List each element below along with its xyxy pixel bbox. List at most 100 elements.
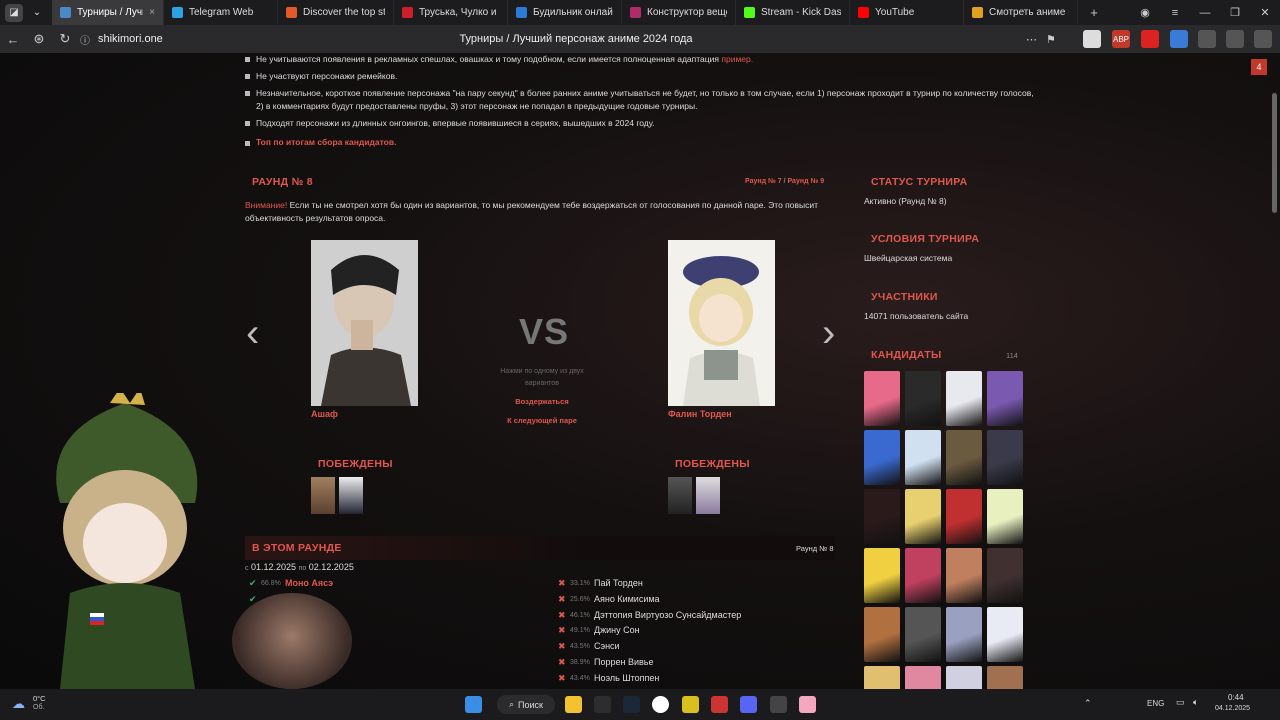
abstain-button[interactable]: Воздержаться	[494, 397, 590, 406]
more-icon[interactable]: ⋯	[1026, 33, 1037, 46]
result-name[interactable]: Моно Аясэ	[285, 576, 333, 592]
obs-icon[interactable]	[770, 696, 787, 713]
result-name[interactable]: Дэттопия Виртуозо Сунсайдмастер	[594, 608, 741, 624]
defeated-avatar[interactable]	[339, 477, 363, 514]
next-pair-arrow-icon[interactable]: ›	[822, 313, 835, 353]
weather-icon[interactable]: ☁	[12, 696, 25, 712]
right-candidate-image[interactable]	[668, 240, 775, 406]
candidate-avatar[interactable]	[905, 666, 941, 689]
candidate-avatar[interactable]	[987, 666, 1023, 689]
candidate-avatar[interactable]	[864, 666, 900, 689]
maximize-button[interactable]: ❐	[1220, 6, 1250, 19]
info-icon[interactable]: ⓘ	[78, 32, 92, 47]
candidate-avatar[interactable]	[905, 489, 941, 544]
minimize-button[interactable]: —	[1190, 7, 1220, 19]
extension-icon[interactable]	[1141, 30, 1159, 48]
clock-date[interactable]: 04.12.2025	[1215, 705, 1250, 712]
rule-example-link[interactable]: пример.	[721, 54, 753, 64]
app-icon[interactable]	[799, 696, 816, 713]
search-box[interactable]: ⌕ Поиск	[497, 695, 555, 714]
adblock-extension-icon[interactable]: ABP	[1112, 30, 1130, 48]
top-candidates-link[interactable]: Топ по итогам сбора кандидатов.	[256, 137, 396, 147]
browser-tab[interactable]: Будильник онлайн -	[508, 0, 622, 25]
new-tab-button[interactable]: +	[1084, 3, 1104, 23]
candidate-avatar[interactable]	[987, 371, 1023, 426]
back-icon[interactable]: ←	[0, 32, 26, 47]
extension-icon[interactable]	[1170, 30, 1188, 48]
candidate-avatar[interactable]	[946, 430, 982, 485]
network-icon[interactable]: ▭	[1176, 697, 1185, 708]
candidate-avatar[interactable]	[905, 607, 941, 662]
next-round-link[interactable]: Раунд № 9	[787, 178, 824, 185]
browser-menu-icon[interactable]: ≡	[1160, 7, 1190, 19]
candidate-avatar[interactable]	[864, 371, 900, 426]
app-icon[interactable]	[682, 696, 699, 713]
candidate-avatar[interactable]	[946, 371, 982, 426]
extension-icon[interactable]	[1083, 30, 1101, 48]
tab-menu-chevron-icon[interactable]: ⌄	[28, 4, 46, 22]
app-icon[interactable]	[594, 696, 611, 713]
browser-tab[interactable]: Турниры / Лучши ×	[52, 0, 164, 25]
file-explorer-icon[interactable]	[565, 696, 582, 713]
next-pair-button[interactable]: К следующей паре	[494, 416, 590, 425]
candidate-avatar[interactable]	[987, 607, 1023, 662]
browser-tab[interactable]: Telegram Web	[164, 0, 278, 25]
workspace-icon[interactable]: ◪	[5, 3, 23, 22]
browser-tab[interactable]: YouTube	[850, 0, 964, 25]
candidate-avatar[interactable]	[987, 548, 1023, 603]
candidate-avatar[interactable]	[864, 489, 900, 544]
prev-pair-arrow-icon[interactable]: ‹	[246, 313, 259, 353]
candidate-avatar[interactable]	[946, 548, 982, 603]
tray-chevron-icon[interactable]: ⌃	[1084, 698, 1092, 709]
left-candidate-name[interactable]: Ашаф	[311, 409, 338, 419]
shield-icon[interactable]: ⊛	[26, 31, 52, 47]
result-name[interactable]: Поррен Вивье	[594, 655, 653, 671]
weather-temp[interactable]: 0°C	[33, 694, 46, 703]
close-window-button[interactable]: ✕	[1250, 6, 1280, 19]
right-candidate-name[interactable]: Фалин Торден	[668, 409, 732, 419]
result-name[interactable]: Пай Торден	[594, 576, 643, 592]
bookmark-icon[interactable]: ⚑	[1046, 33, 1056, 46]
clock-time[interactable]: 0:44	[1228, 693, 1244, 702]
url-domain[interactable]: shikimori.one	[98, 33, 163, 45]
result-name[interactable]: Джину Сон	[594, 623, 640, 639]
candidate-avatar[interactable]	[905, 548, 941, 603]
language-indicator[interactable]: ENG	[1147, 699, 1164, 708]
browser-tab[interactable]: Stream - Kick Dashbo	[736, 0, 850, 25]
result-name[interactable]: Ноэль Штоппен	[594, 671, 659, 687]
extension-icon[interactable]	[1198, 30, 1216, 48]
browser-tab[interactable]: Конструктор вещей	[622, 0, 736, 25]
browser-tab[interactable]: Discover the top strea	[278, 0, 394, 25]
steam-icon[interactable]	[623, 696, 640, 713]
candidate-avatar[interactable]	[864, 548, 900, 603]
discord-icon[interactable]	[740, 696, 757, 713]
profile-icon[interactable]: ◉	[1130, 6, 1160, 19]
candidate-avatar[interactable]	[987, 430, 1023, 485]
candidate-avatar[interactable]	[946, 666, 982, 689]
candidate-avatar[interactable]	[905, 371, 941, 426]
app-icon[interactable]	[711, 696, 728, 713]
yandex-browser-icon[interactable]	[652, 696, 669, 713]
download-icon[interactable]	[1254, 30, 1272, 48]
defeated-avatar[interactable]	[311, 477, 335, 514]
volume-icon[interactable]: 🔈︎	[1193, 697, 1198, 708]
prev-round-link[interactable]: Раунд № 7	[745, 178, 782, 185]
close-tab-icon[interactable]: ×	[149, 7, 155, 18]
weather-desc[interactable]: Об.	[33, 704, 44, 711]
candidate-avatar[interactable]	[864, 430, 900, 485]
scrollbar[interactable]	[1272, 93, 1277, 213]
notification-badge[interactable]: 4	[1251, 59, 1267, 75]
candidate-avatar[interactable]	[905, 430, 941, 485]
defeated-avatar[interactable]	[668, 477, 692, 514]
candidate-avatar[interactable]	[946, 607, 982, 662]
candidate-avatar[interactable]	[864, 607, 900, 662]
result-name[interactable]: Аяно Кимисима	[594, 592, 660, 608]
result-name[interactable]: Сэнси	[594, 639, 620, 655]
browser-tab[interactable]: Смотреть аниме и м	[964, 0, 1078, 25]
candidate-avatar[interactable]	[946, 489, 982, 544]
start-button-icon[interactable]	[465, 696, 482, 713]
defeated-avatar[interactable]	[696, 477, 720, 514]
candidate-avatar[interactable]	[987, 489, 1023, 544]
extension-icon[interactable]	[1226, 30, 1244, 48]
browser-tab[interactable]: Труська, Чулко и пр	[394, 0, 508, 25]
